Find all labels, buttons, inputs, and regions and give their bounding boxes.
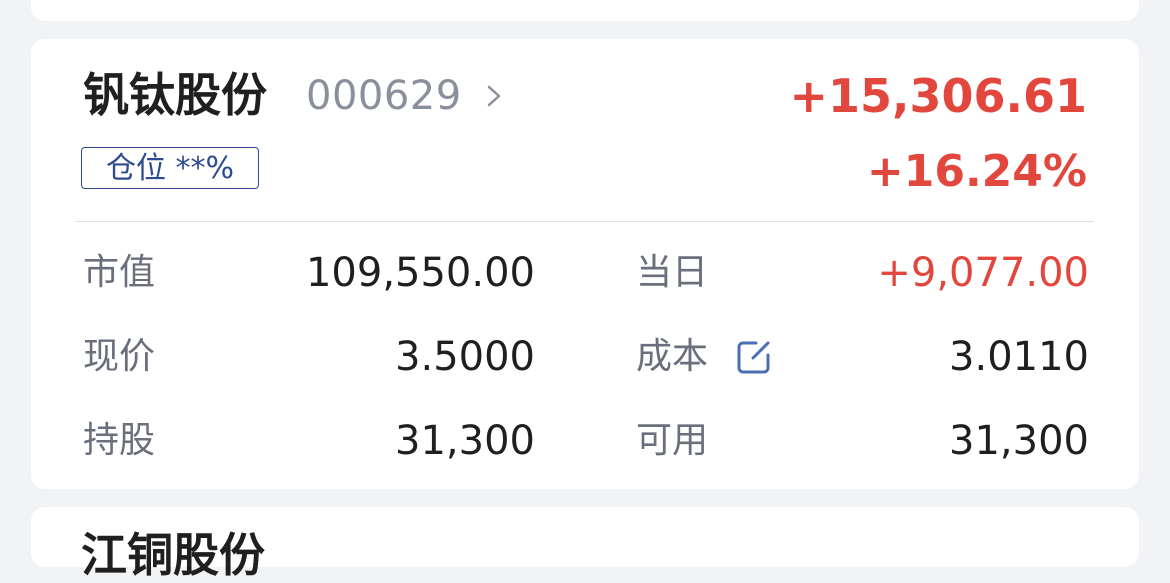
current-price-value: 3.5000 [395,334,535,380]
next-holding-card[interactable]: 江铜股份 [31,507,1139,582]
edit-icon[interactable] [734,337,774,377]
profit-loss-percent: +16.24% [866,146,1087,197]
stock-name: 钒钛股份 [83,68,267,122]
cost-value: 3.0110 [949,334,1089,380]
market-value: 109,550.00 [305,250,535,296]
current-price-label: 现价 [83,336,156,377]
profit-loss-amount: +15,306.61 [789,69,1087,123]
cost-label: 成本 [636,336,709,377]
position-badge: 仓位 **% [81,147,259,189]
stock-code[interactable]: 000629 [306,71,462,121]
holding-card[interactable]: 钒钛股份 000629 +15,306.61 仓位 **% +16.24% 市值… [31,39,1139,489]
divider [76,221,1094,222]
today-pnl-value: +9,077.00 [877,250,1089,296]
holding-shares-value: 31,300 [395,418,535,464]
holding-shares-label: 持股 [83,420,156,461]
market-value-label: 市值 [83,252,156,293]
today-pnl-label: 当日 [636,252,709,293]
next-stock-name: 江铜股份 [81,528,265,582]
previous-holding-card[interactable] [31,0,1139,21]
chevron-right-icon[interactable] [483,82,505,110]
available-shares-value: 31,300 [949,418,1089,464]
available-shares-label: 可用 [636,420,709,461]
